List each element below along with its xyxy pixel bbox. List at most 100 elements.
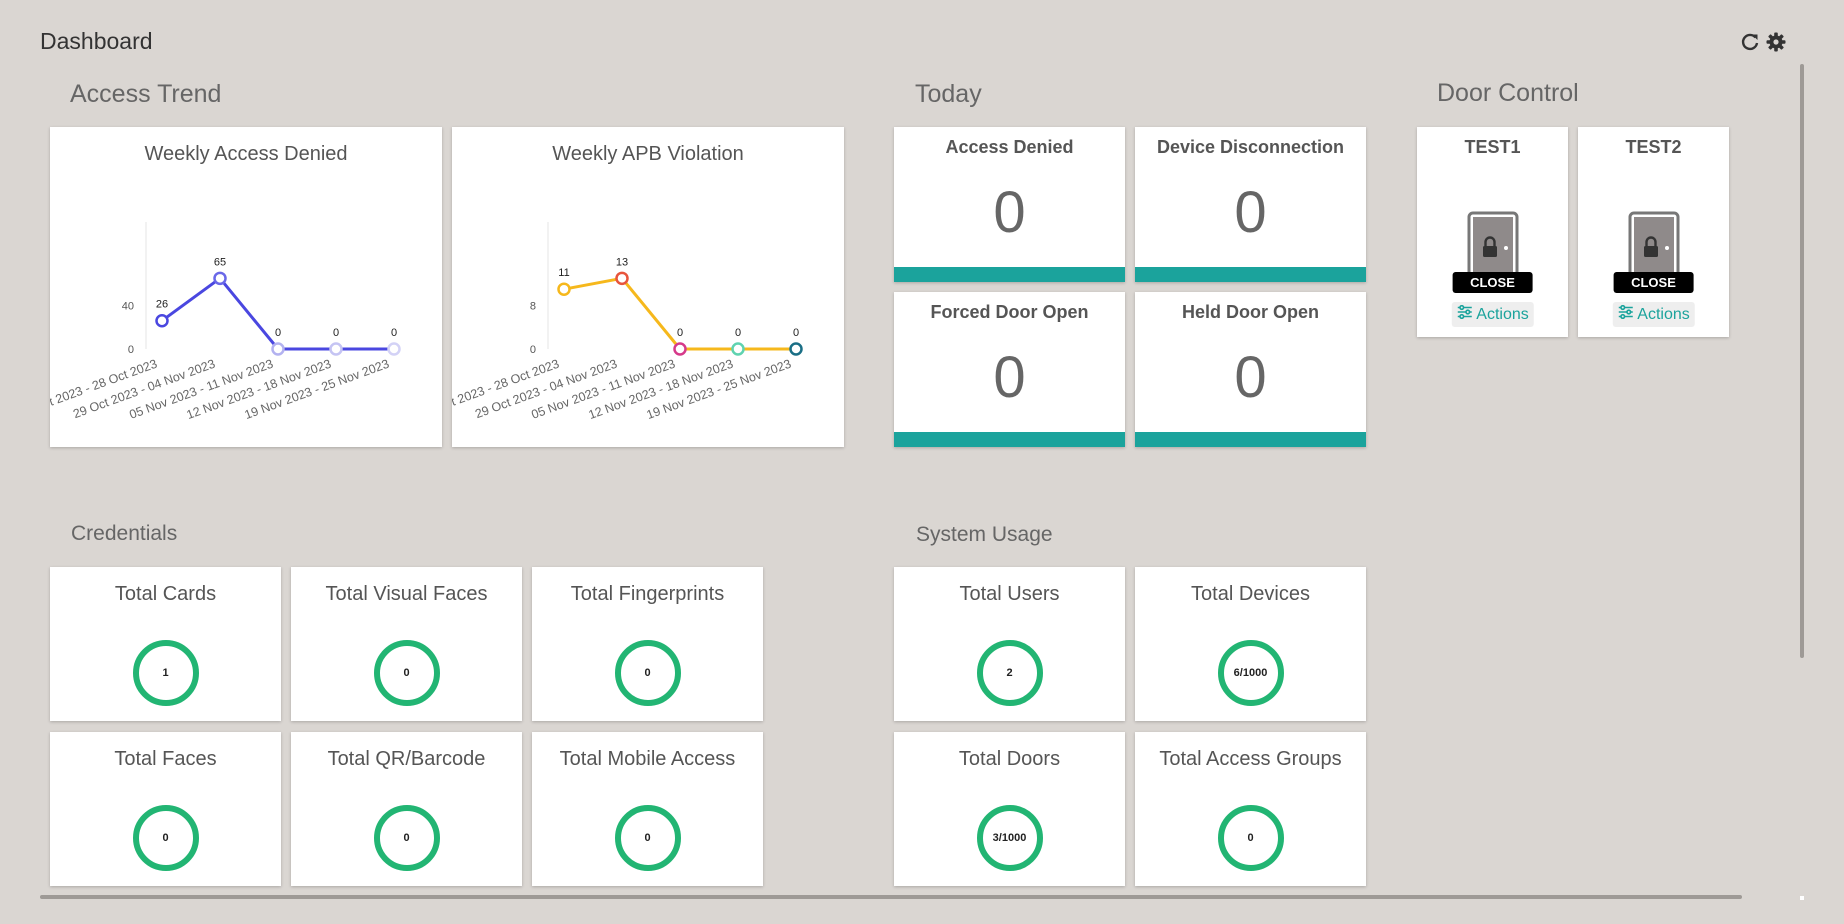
stat-label: Total Devices — [1191, 583, 1310, 605]
data-point — [387, 342, 401, 356]
stat-ring: 0 — [614, 639, 682, 707]
settings-gear-icon[interactable] — [1766, 32, 1786, 52]
vertical-scrollbar[interactable] — [1800, 64, 1804, 658]
sliders-icon — [1617, 304, 1633, 324]
stat-value: 2 — [1006, 667, 1013, 679]
y-tick-label: 8 — [530, 301, 536, 313]
data-label: 0 — [735, 327, 741, 339]
today-item-bar — [1135, 432, 1366, 447]
today-held-door-open-card[interactable]: Held Door Open 0 — [1135, 292, 1366, 447]
data-point — [213, 271, 227, 286]
locked-door-icon[interactable] — [1466, 210, 1520, 285]
stat-value: 6/1000 — [1233, 667, 1268, 679]
stat-value: 0 — [162, 832, 169, 844]
stat-value: 0 — [644, 832, 651, 844]
locked-door-icon[interactable] — [1627, 210, 1681, 285]
door-actions-button[interactable]: Actions — [1451, 302, 1534, 327]
today-item-label: Held Door Open — [1181, 302, 1319, 322]
stat-ring: 3/1000 — [976, 804, 1044, 872]
today-item-value: 0 — [1234, 180, 1267, 245]
weekly-access-denied-card: Weekly Access Denied 040266500022 Oct 20… — [50, 127, 442, 447]
today-forced-door-open-card[interactable]: Forced Door Open 0 — [894, 292, 1125, 447]
stat-label: Total Fingerprints — [570, 583, 725, 605]
today-access-denied-card[interactable]: Access Denied 0 — [894, 127, 1125, 282]
header-toolbar — [1740, 32, 1786, 52]
today-item-label: Forced Door Open — [930, 302, 1089, 322]
door-name: TEST1 — [1464, 137, 1521, 157]
stat-value: 1 — [162, 667, 169, 679]
today-item-label: Access Denied — [945, 137, 1074, 157]
system-card-total-users: Total Users 2 — [894, 567, 1125, 721]
data-label: 0 — [333, 327, 339, 339]
credential-card-total-cards: Total Cards 1 — [50, 567, 281, 721]
data-label: 0 — [793, 327, 799, 339]
credential-card-total-faces: Total Faces 0 — [50, 732, 281, 886]
data-label: 0 — [677, 327, 683, 339]
door-status-badge: CLOSE — [1452, 272, 1533, 293]
stat-label: Total Visual Faces — [325, 583, 488, 605]
door-actions-label: Actions — [1637, 305, 1690, 323]
today-item-value: 0 — [993, 180, 1026, 245]
data-label: 11 — [558, 267, 569, 279]
stat-ring: 0 — [373, 804, 441, 872]
today-item-label: Device Disconnection — [1156, 137, 1345, 157]
door-card-test2: TEST2 CLOSE Actions — [1578, 127, 1729, 337]
horizontal-scrollbar[interactable] — [40, 895, 1742, 899]
page-title: Dashboard — [40, 28, 153, 54]
stat-ring: 6/1000 — [1217, 639, 1285, 707]
door-card-test1: TEST1 CLOSE Actions — [1417, 127, 1568, 337]
data-label: 26 — [156, 299, 168, 311]
system-usage-title: System Usage — [916, 523, 1053, 546]
credential-card-total-qr-barcode: Total QR/Barcode 0 — [291, 732, 522, 886]
stat-value: 0 — [644, 667, 651, 679]
system-card-total-devices: Total Devices 6/1000 — [1135, 567, 1366, 721]
system-card-total-access-groups: Total Access Groups 0 — [1135, 732, 1366, 886]
refresh-icon[interactable] — [1740, 32, 1760, 52]
stat-value: 0 — [1247, 832, 1254, 844]
stat-ring: 0 — [373, 639, 441, 707]
scrollbar-corner — [1800, 896, 1804, 900]
system-card-total-doors: Total Doors 3/1000 — [894, 732, 1125, 886]
data-point — [557, 282, 571, 296]
data-point — [329, 342, 343, 356]
data-point — [271, 342, 285, 356]
data-point — [615, 271, 629, 286]
door-name: TEST2 — [1625, 137, 1682, 157]
y-tick-label: 0 — [530, 344, 536, 356]
stat-label: Total Access Groups — [1159, 748, 1342, 770]
sliders-icon — [1456, 304, 1472, 324]
today-device-disconnection-card[interactable]: Device Disconnection 0 — [1135, 127, 1366, 282]
today-title: Today — [915, 80, 982, 108]
door-status-badge: CLOSE — [1613, 272, 1694, 293]
today-item-value: 0 — [1234, 345, 1267, 410]
stat-ring: 1 — [132, 639, 200, 707]
stat-ring: 0 — [132, 804, 200, 872]
today-item-bar — [894, 267, 1125, 282]
today-item-value: 0 — [993, 345, 1026, 410]
data-point — [155, 313, 169, 328]
credentials-title: Credentials — [71, 522, 178, 545]
today-item-bar — [1135, 267, 1366, 282]
data-label: 0 — [391, 327, 397, 339]
stat-ring: 0 — [1217, 804, 1285, 872]
access-trend-title: Access Trend — [70, 80, 222, 108]
data-point — [673, 342, 687, 356]
data-label: 0 — [275, 327, 281, 339]
stat-label: Total Users — [959, 583, 1060, 605]
stat-label: Total Mobile Access — [559, 748, 736, 770]
door-actions-button[interactable]: Actions — [1612, 302, 1695, 327]
stat-label: Total Faces — [114, 748, 217, 770]
data-point — [731, 342, 745, 356]
y-tick-label: 0 — [128, 344, 134, 356]
data-label: 65 — [214, 256, 226, 268]
stat-label: Total Doors — [958, 748, 1061, 770]
door-control-title: Door Control — [1437, 79, 1579, 107]
data-label: 13 — [616, 256, 628, 268]
y-tick-label: 40 — [122, 301, 134, 313]
weekly-apb-violation-card: Weekly APB Violation 08111300022 Oct 202… — [452, 127, 844, 447]
weekly-apb-violation-chart: 08111300022 Oct 2023 - 28 Oct 202329 Oct… — [452, 222, 803, 422]
stat-value: 0 — [403, 832, 410, 844]
stat-value: 3/1000 — [992, 832, 1027, 844]
weekly-access-denied-chart: 040266500022 Oct 2023 - 28 Oct 202329 Oc… — [50, 222, 401, 422]
stat-label: Total Cards — [114, 583, 217, 605]
